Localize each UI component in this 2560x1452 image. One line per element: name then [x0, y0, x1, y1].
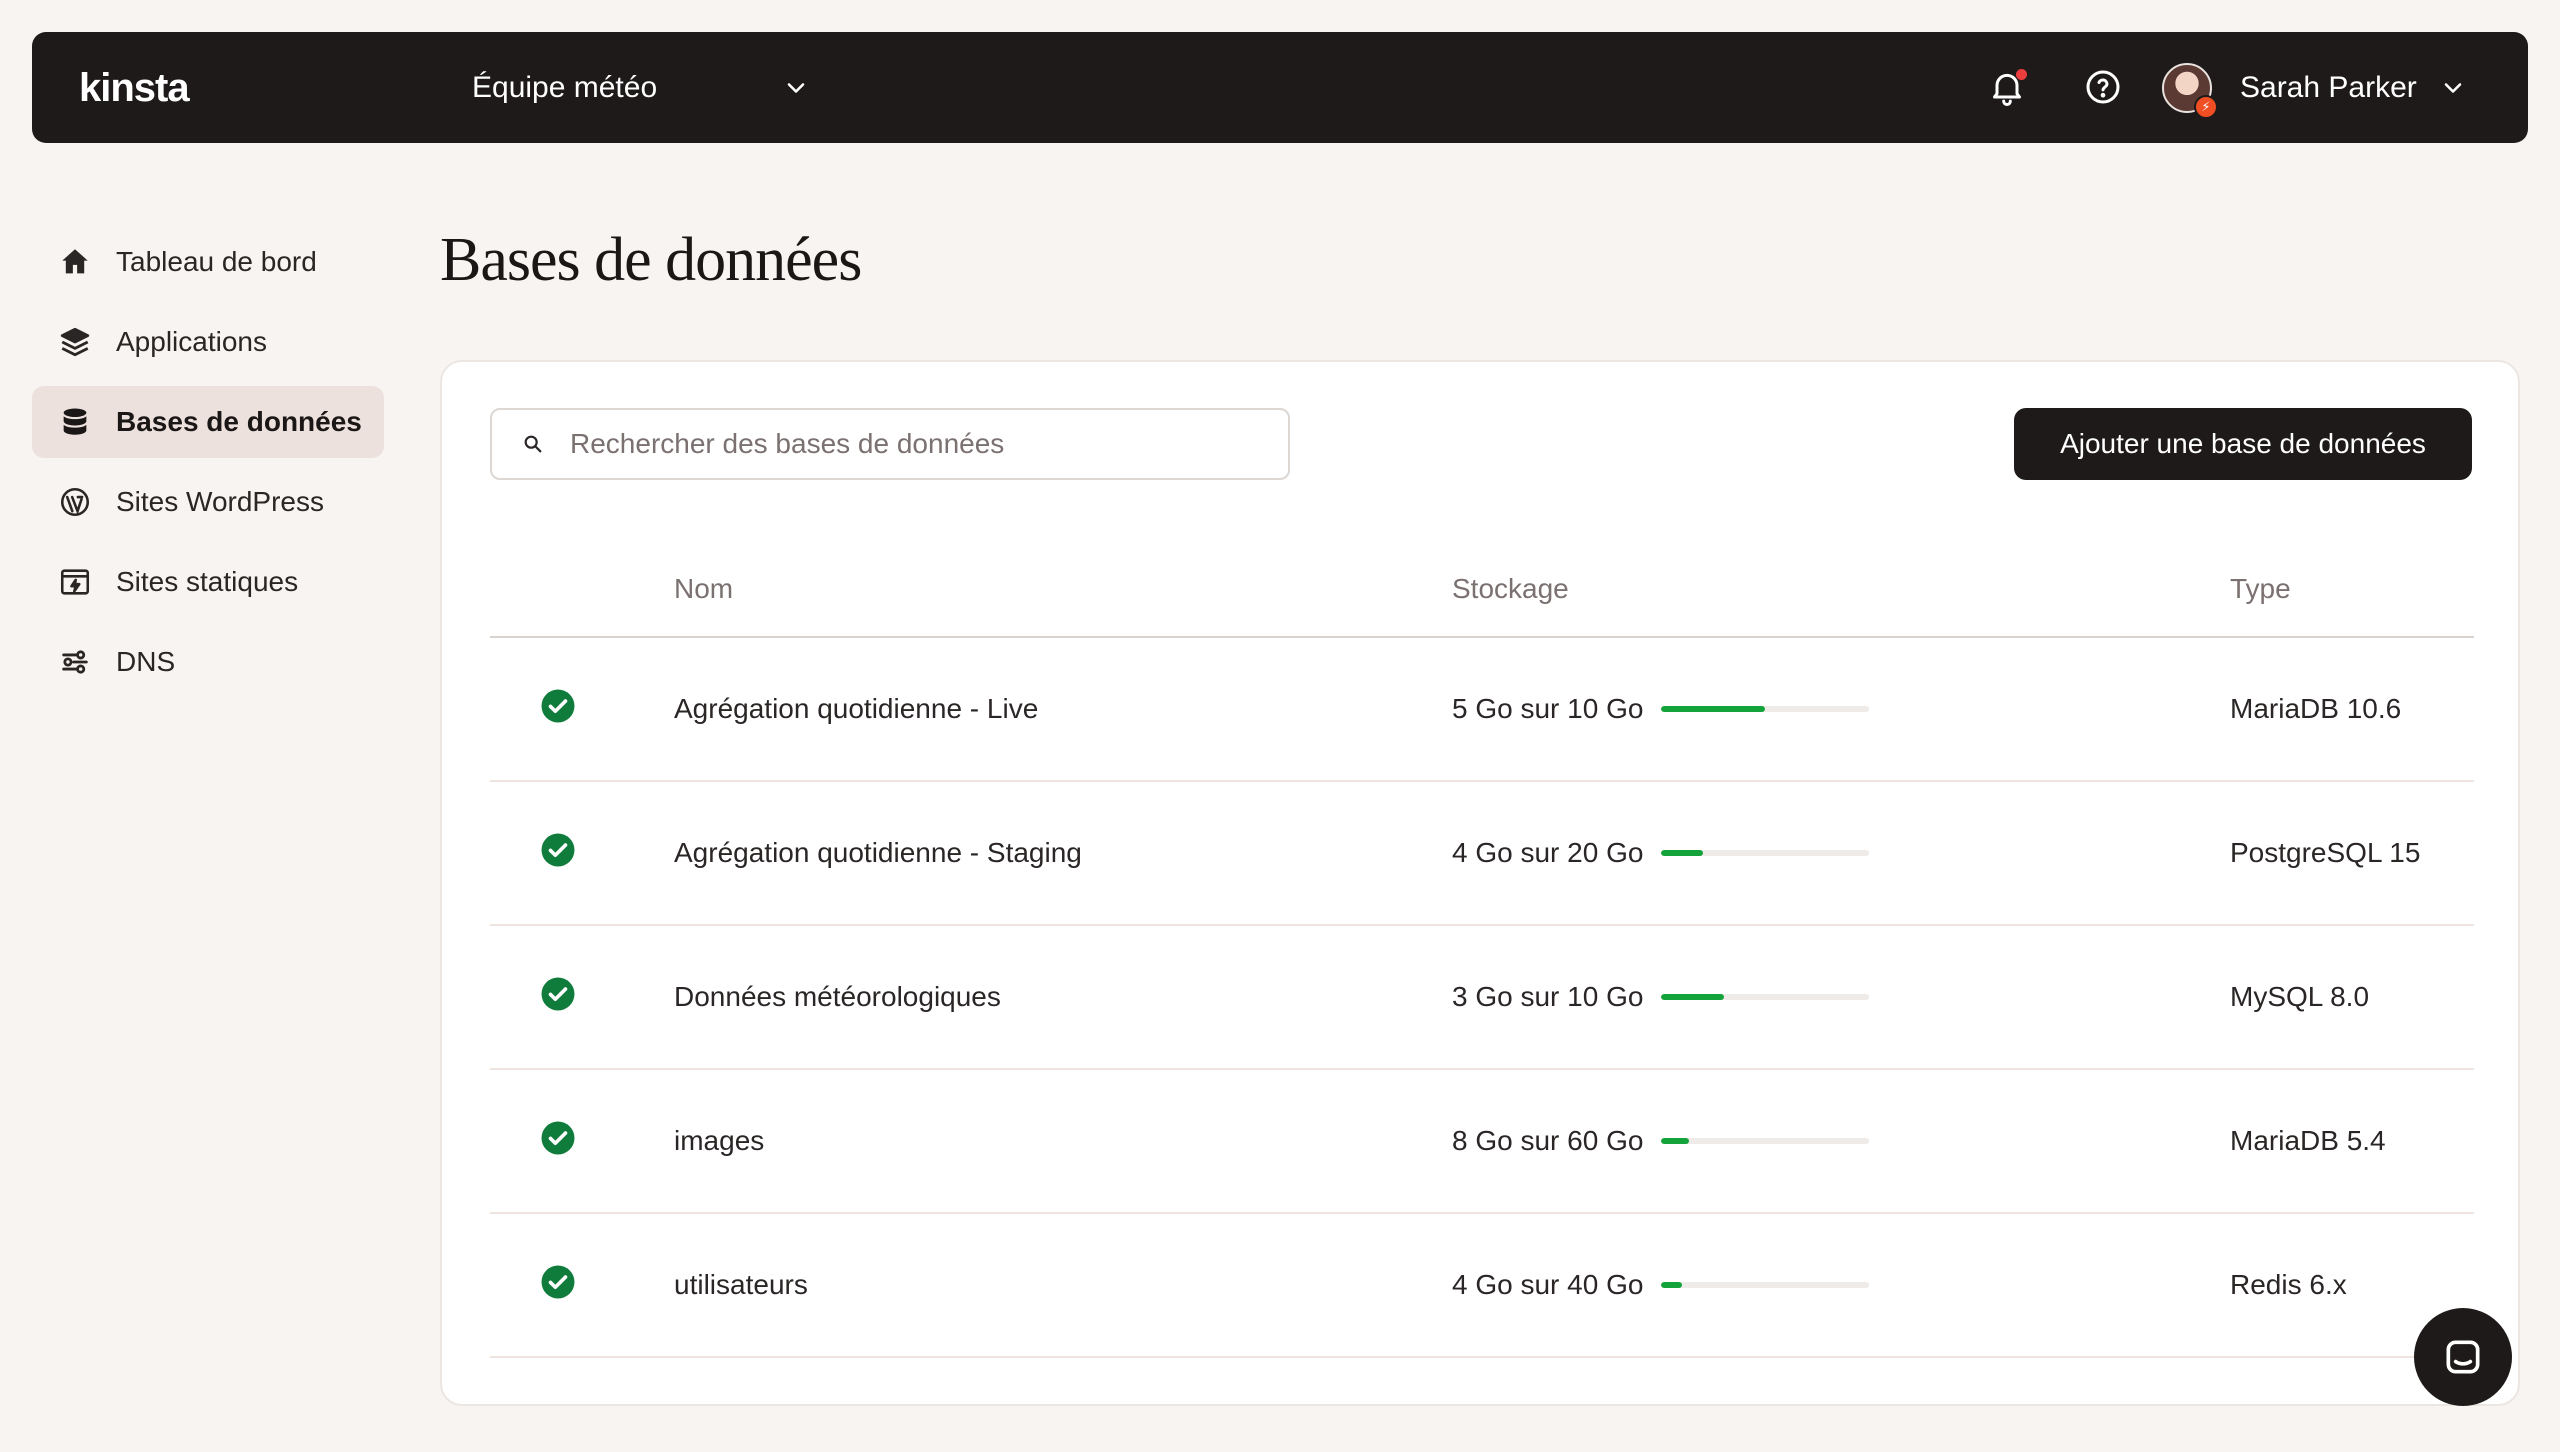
databases-table: Nom Stockage Type Agrégation quotidienne… [490, 542, 2474, 1358]
sidebar-item-applications[interactable]: Applications [32, 306, 384, 378]
database-type: MariaDB 10.6 [2230, 693, 2402, 724]
help-button[interactable] [2083, 67, 2123, 107]
home-icon [58, 245, 92, 279]
database-type: MariaDB 5.4 [2230, 1125, 2386, 1156]
team-selector[interactable]: Équipe météo [472, 32, 810, 143]
storage-cell: 4 Go sur 40 Go [1452, 1269, 2230, 1301]
storage-cell: 4 Go sur 20 Go [1452, 837, 2230, 869]
table-row[interactable]: utilisateurs 4 Go sur 40 Go Redis 6.x [490, 1214, 2474, 1358]
team-name: Équipe météo [472, 70, 658, 104]
storage-text: 8 Go sur 60 Go [1452, 1125, 1644, 1156]
column-header-name[interactable]: Nom [674, 573, 1452, 605]
storage-text: 4 Go sur 20 Go [1452, 837, 1644, 868]
databases-card: Ajouter une base de données Nom Stockage… [440, 360, 2520, 1406]
storage-cell: 8 Go sur 60 Go [1452, 1125, 2230, 1157]
storage-text: 5 Go sur 10 Go [1452, 693, 1644, 724]
table-row[interactable]: images 8 Go sur 60 Go MariaDB 5.4 [490, 1070, 2474, 1214]
database-name[interactable]: images [674, 1125, 1452, 1157]
storage-usage-bar [1661, 850, 1870, 856]
table-body: Agrégation quotidienne - Live 5 Go sur 1… [490, 638, 2474, 1358]
top-navigation-bar: kinsta Équipe météo ⚡ Sarah Parker [32, 32, 2528, 143]
storage-usage-bar [1661, 1138, 1870, 1144]
storage-usage-fill [1661, 1138, 1690, 1144]
search-input[interactable] [570, 428, 1250, 460]
chevron-down-icon [787, 82, 805, 93]
storage-cell: 3 Go sur 10 Go [1452, 981, 2230, 1013]
user-menu[interactable]: ⚡ Sarah Parker [2162, 32, 2467, 143]
sidebar-item-dashboard[interactable]: Tableau de bord [32, 226, 384, 298]
sidebar-item-label: Sites WordPress [116, 486, 324, 517]
sidebar-item-static-sites[interactable]: Sites statiques [32, 546, 384, 618]
notifications-button[interactable] [1987, 67, 2027, 107]
column-header-type[interactable]: Type [2230, 573, 2474, 605]
sidebar-item-label: DNS [116, 646, 176, 677]
database-type: PostgreSQL 15 [2230, 837, 2421, 868]
database-icon [58, 405, 92, 439]
storage-usage-fill [1661, 1282, 1683, 1288]
kinsta-logo[interactable]: kinsta [79, 68, 190, 108]
chat-button[interactable] [2414, 1308, 2512, 1406]
help-icon [2086, 70, 2120, 104]
storage-usage-bar [1661, 1282, 1870, 1288]
check-circle-icon [541, 977, 575, 1010]
chat-icon [2446, 1340, 2480, 1374]
sidebar-item-databases[interactable]: Bases de données [32, 386, 384, 458]
check-circle-icon [541, 1265, 575, 1298]
page-title: Bases de données [440, 226, 862, 294]
column-header-storage[interactable]: Stockage [1452, 573, 2230, 605]
table-row[interactable]: Données météorologiques 3 Go sur 10 Go M… [490, 926, 2474, 1070]
dns-icon [58, 645, 92, 679]
database-name[interactable]: Agrégation quotidienne - Live [674, 693, 1452, 725]
sidebar-item-label: Bases de données [116, 406, 362, 437]
static-site-icon [58, 565, 92, 599]
sidebar-item-wordpress-sites[interactable]: Sites WordPress [32, 466, 384, 538]
check-circle-icon [541, 1121, 575, 1154]
lightning-badge-icon: ⚡ [2194, 94, 2218, 119]
user-name: Sarah Parker [2240, 70, 2417, 104]
sidebar-item-dns[interactable]: DNS [32, 626, 384, 698]
sidebar: Tableau de bord Applications Bases de do… [32, 226, 384, 706]
table-row[interactable]: Agrégation quotidienne - Staging 4 Go su… [490, 782, 2474, 926]
sidebar-item-label: Applications [116, 326, 267, 357]
table-row[interactable]: Agrégation quotidienne - Live 5 Go sur 1… [490, 638, 2474, 782]
check-circle-icon [541, 689, 575, 722]
search-field[interactable] [490, 408, 1290, 480]
chevron-down-icon [2444, 82, 2462, 93]
avatar: ⚡ [2162, 62, 2218, 119]
check-circle-icon [541, 833, 575, 866]
database-name[interactable]: utilisateurs [674, 1269, 1452, 1301]
layers-icon [58, 325, 92, 359]
storage-usage-bar [1661, 994, 1870, 1000]
storage-cell: 5 Go sur 10 Go [1452, 693, 2230, 725]
database-name[interactable]: Agrégation quotidienne - Staging [674, 837, 1452, 869]
storage-text: 3 Go sur 10 Go [1452, 981, 1644, 1012]
table-header: Nom Stockage Type [490, 542, 2474, 638]
sidebar-item-label: Sites statiques [116, 566, 299, 597]
wordpress-icon [58, 485, 92, 519]
storage-usage-fill [1661, 706, 1766, 712]
storage-usage-fill [1661, 850, 1704, 856]
storage-text: 4 Go sur 40 Go [1452, 1269, 1644, 1300]
notification-dot [2016, 69, 2027, 80]
database-type: Redis 6.x [2230, 1269, 2347, 1300]
database-type: MySQL 8.0 [2230, 981, 2370, 1012]
add-database-button[interactable]: Ajouter une base de données [2014, 408, 2472, 480]
sidebar-item-label: Tableau de bord [116, 246, 317, 277]
database-name[interactable]: Données météorologiques [674, 981, 1452, 1013]
storage-usage-bar [1661, 706, 1870, 712]
storage-usage-fill [1661, 994, 1724, 1000]
search-icon [524, 435, 542, 453]
